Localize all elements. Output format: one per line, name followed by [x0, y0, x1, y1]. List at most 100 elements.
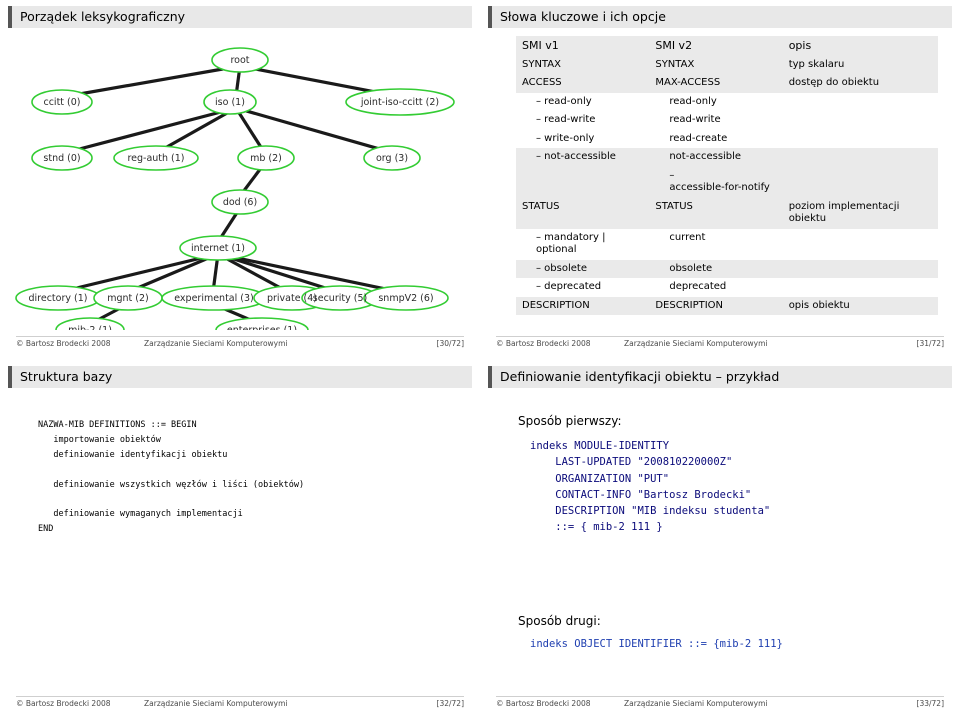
table-row: STATUS STATUS poziom implementacji obiektu — [516, 197, 938, 229]
table-cell: typ skalaru — [782, 55, 938, 75]
first-method-label: Sposób pierwszy: — [518, 414, 622, 428]
table-header-cell: opis — [782, 36, 938, 56]
table-cell: current — [649, 228, 783, 260]
table-row: – write-only read-create — [516, 129, 938, 149]
table-cell — [782, 228, 938, 260]
slide-footer: © Bartosz Brodecki 2008 Zarządzanie Siec… — [496, 696, 944, 709]
tree-node-org: org (3) — [376, 153, 408, 164]
table-cell: opis obiektu — [782, 296, 938, 316]
table-row: – deprecated deprecated — [516, 278, 938, 297]
table-cell: – not-accessible — [516, 148, 650, 167]
table-row: – accessible-for-notify — [516, 166, 938, 198]
slide-footer: © Bartosz Brodecki 2008 Zarządzanie Siec… — [496, 336, 944, 349]
second-method-code: indeks OBJECT IDENTIFIER ::= {mib-2 111} — [530, 638, 783, 650]
footer-course: Zarządzanie Sieciami Komputerowymi — [144, 699, 288, 708]
footer-page-number: [31/72] — [916, 339, 944, 348]
tree-node-security: security (5) — [313, 293, 367, 304]
tree-node-private: private (4) — [267, 293, 317, 304]
first-method-code: indeks MODULE-IDENTITY LAST-UPDATED "200… — [530, 440, 771, 534]
table-cell: – deprecated — [516, 278, 650, 297]
tree-node-iso: iso (1) — [215, 97, 245, 108]
slide-database-structure: Struktura bazy NAZWA-MIB DEFINITIONS ::=… — [0, 360, 480, 720]
tree-node-snmpv2: snmpV2 (6) — [378, 293, 433, 304]
table-cell: SYNTAX — [649, 55, 783, 75]
footer-copyright: © Bartosz Brodecki 2008 — [16, 339, 111, 348]
table-cell — [782, 92, 938, 112]
table-header-row: SMI v1 SMI v2 opis — [516, 36, 938, 56]
table-cell: read-create — [649, 129, 783, 149]
tree-node-joint-iso-ccitt: joint-iso-ccitt (2) — [360, 97, 439, 108]
footer-course: Zarządzanie Sieciami Komputerowymi — [624, 339, 768, 348]
table-cell: – write-only — [516, 129, 650, 149]
tree-node-experimental: experimental (3) — [174, 293, 254, 304]
table-cell: – mandatory | optional — [516, 228, 650, 260]
slide-title-bar: Definiowanie identyfikacji obiektu – prz… — [488, 366, 952, 388]
table-row: – not-accessible not-accessible — [516, 148, 938, 167]
table-row: SYNTAX SYNTAX typ skalaru — [516, 55, 938, 75]
tree-node-mb: mb (2) — [250, 153, 282, 164]
table-clip-mask — [488, 322, 952, 336]
footer-page-number: [32/72] — [436, 699, 464, 708]
table-cell: read-write — [649, 111, 783, 130]
table-row: ACCESS MAX-ACCESS dostęp do obiektu — [516, 74, 938, 93]
table-cell: ACCESS — [516, 74, 650, 93]
mib-skeleton-code: NAZWA-MIB DEFINITIONS ::= BEGIN importow… — [38, 420, 305, 535]
page-title: Struktura bazy — [20, 369, 113, 384]
tree-node-stnd: stnd (0) — [43, 153, 80, 164]
tree-node-ccitt: ccitt (0) — [43, 97, 80, 108]
page-title: Definiowanie identyfikacji obiektu – prz… — [500, 369, 780, 384]
tree-node-directory: directory (1) — [29, 293, 88, 304]
tree-node-enterprises: enterprises (1) — [227, 325, 297, 330]
table-cell: read-only — [649, 92, 783, 112]
table-cell: DESCRIPTION — [649, 296, 783, 316]
footer-course: Zarządzanie Sieciami Komputerowymi — [144, 339, 288, 348]
page-title: Porządek leksykograficzny — [20, 9, 186, 24]
table-cell — [782, 259, 938, 279]
table-row: DESCRIPTION DESCRIPTION opis obiektu — [516, 296, 938, 316]
table-cell: deprecated — [649, 278, 783, 297]
table-cell: DESCRIPTION — [516, 296, 650, 316]
table-row: – read-only read-only — [516, 92, 938, 112]
table-cell — [782, 166, 938, 198]
slide-footer: © Bartosz Brodecki 2008 Zarządzanie Siec… — [16, 336, 464, 349]
footer-copyright: © Bartosz Brodecki 2008 — [496, 699, 591, 708]
slide-footer: © Bartosz Brodecki 2008 Zarządzanie Siec… — [16, 696, 464, 709]
table-row: – mandatory | optional current — [516, 228, 938, 260]
tree-node-internet: internet (1) — [191, 243, 245, 254]
table-cell: not-accessible — [649, 148, 783, 167]
table-cell — [782, 278, 938, 297]
table-cell: – obsolete — [516, 259, 650, 279]
table-cell: SYNTAX — [516, 55, 650, 75]
second-method-label: Sposób drugi: — [518, 614, 601, 628]
table-header-cell: SMI v2 — [649, 36, 783, 56]
table-cell: – read-write — [516, 111, 650, 130]
table-cell: – read-only — [516, 92, 650, 112]
table-row: – read-write read-write — [516, 111, 938, 130]
slide-object-identity-example: Definiowanie identyfikacji obiektu – prz… — [480, 360, 960, 720]
slide-lexicographic-order: Porządek leksykograficzny root ccitt (0)… — [0, 0, 480, 360]
table-cell: obsolete — [649, 259, 783, 279]
tree-node-reg-auth: reg-auth (1) — [127, 153, 184, 164]
slide-title-bar: Słowa kluczowe i ich opcje — [488, 6, 952, 28]
tree-node-root: root — [230, 55, 249, 66]
table-cell — [782, 111, 938, 130]
footer-copyright: © Bartosz Brodecki 2008 — [496, 339, 591, 348]
table-cell: STATUS — [516, 197, 650, 229]
footer-page-number: [33/72] — [916, 699, 944, 708]
table-cell: STATUS — [649, 197, 783, 229]
table-cell — [782, 148, 938, 167]
footer-copyright: © Bartosz Brodecki 2008 — [16, 699, 111, 708]
table-cell: – accessible-for-notify — [649, 166, 783, 198]
tree-node-dod: dod (6) — [223, 197, 257, 208]
table-cell: MAX-ACCESS — [649, 74, 783, 93]
tree-node-mgnt: mgnt (2) — [107, 293, 149, 304]
oid-tree-svg: root ccitt (0) iso (1) joint-iso-ccitt (… — [15, 47, 455, 330]
slide-title-bar: Porządek leksykograficzny — [8, 6, 472, 28]
slide-title-bar: Struktura bazy — [8, 366, 472, 388]
table-cell — [516, 166, 650, 198]
footer-course: Zarządzanie Sieciami Komputerowymi — [624, 699, 768, 708]
table-row: – obsolete obsolete — [516, 259, 938, 279]
table-cell — [782, 129, 938, 149]
tree-node-mib-2: mib-2 (1) — [68, 325, 112, 330]
table-cell: poziom implementacji obiektu — [782, 197, 938, 229]
